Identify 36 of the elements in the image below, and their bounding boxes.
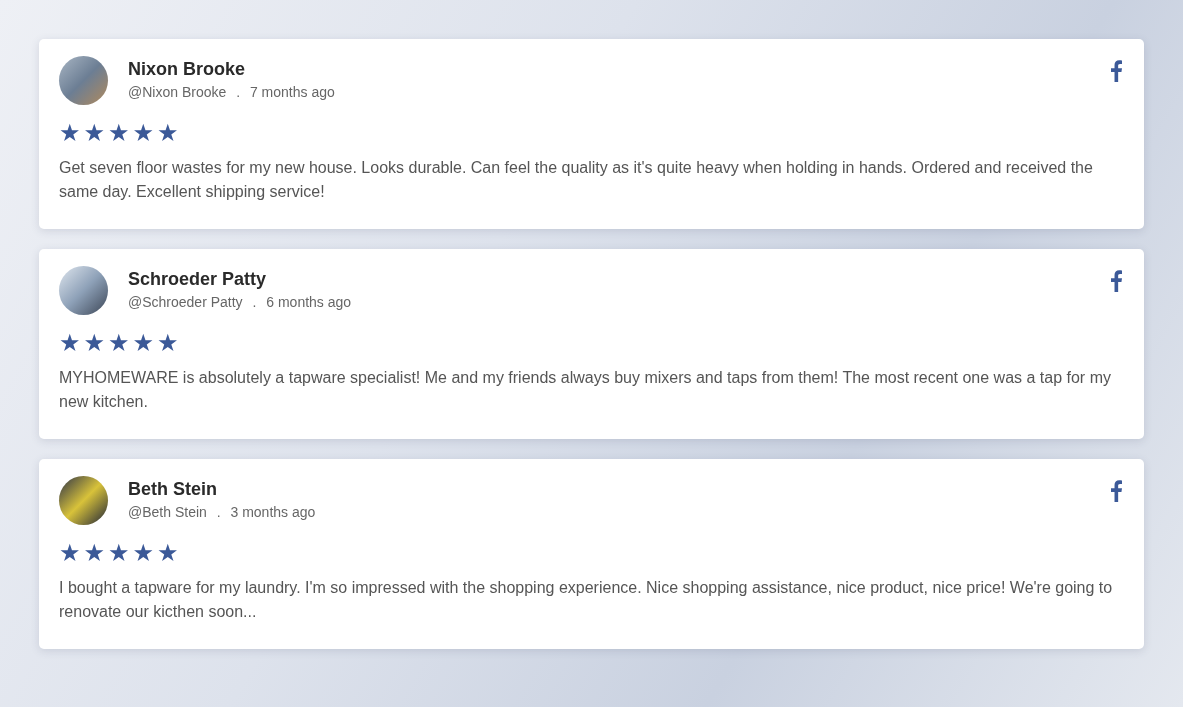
star-icon: ★ xyxy=(108,331,130,355)
star-icon: ★ xyxy=(59,541,81,565)
star-icon: ★ xyxy=(132,541,155,565)
star-icon: ★ xyxy=(83,121,106,145)
reviewer-handle: @Nixon Brooke xyxy=(128,84,227,100)
facebook-icon[interactable] xyxy=(1111,60,1122,82)
review-time: 3 months ago xyxy=(230,504,316,520)
avatar-photo-placeholder xyxy=(59,476,108,525)
star-icon: ★ xyxy=(83,541,106,565)
star-icon: ★ xyxy=(132,121,155,145)
avatar-photo-placeholder xyxy=(59,266,108,315)
star-icon: ★ xyxy=(157,121,179,145)
facebook-icon[interactable] xyxy=(1111,270,1122,292)
reviewer-name: Schroeder Patty xyxy=(128,269,268,290)
reviewer-name: Beth Stein xyxy=(128,479,218,500)
review-text: MYHOMEWARE is absolutely a tapware specialist! Me and my friends always buy mixers and taps from them! The most recent one was a tap for my new kitchen. xyxy=(59,368,1112,412)
reviewer-name: Nixon Brooke xyxy=(128,59,247,80)
star-icon: ★ xyxy=(108,121,130,145)
avatar-photo-placeholder xyxy=(59,56,108,105)
reviewer-handle: @Schroeder Patty xyxy=(128,294,243,310)
star-icon: ★ xyxy=(83,331,106,355)
reviewer-handle: @Beth Stein xyxy=(128,504,207,520)
review-time: 6 months ago xyxy=(266,294,352,310)
star-icon: ★ xyxy=(157,331,179,355)
star-icon: ★ xyxy=(132,331,155,355)
review-text: Get seven floor wastes for my new house. Looks durable. Can feel the quality as it's quite heavy when holding in hands. Ordered and received the same day. Excellent shipping service! xyxy=(59,158,1094,202)
star-icon: ★ xyxy=(59,121,81,145)
separator-dot: . xyxy=(252,294,257,310)
facebook-icon[interactable] xyxy=(1111,480,1122,502)
review-text: I bought a tapware for my laundry. I'm so impressed with the shopping experience. Nice shopping assistance, nice product, nice price! We're going to renovate our kicthen soon... xyxy=(59,578,1114,622)
review-time: 7 months ago xyxy=(249,84,335,100)
separator-dot: . xyxy=(216,504,221,520)
separator-dot: . xyxy=(236,84,241,100)
star-icon: ★ xyxy=(59,331,81,355)
star-icon: ★ xyxy=(157,541,179,565)
star-icon: ★ xyxy=(108,541,130,565)
